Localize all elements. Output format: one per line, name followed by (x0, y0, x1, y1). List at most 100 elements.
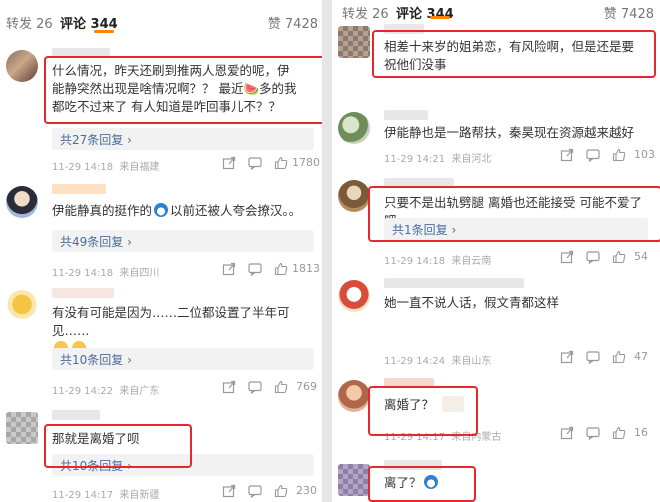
comment-text-part: 以前还被人夸会撩汉。。 (170, 203, 302, 218)
avatar[interactable] (6, 186, 38, 218)
comment-icon[interactable] (586, 148, 600, 162)
comment-meta: 11-29 14:18 来自四川 (52, 264, 159, 279)
comment-text: 她一直不说人话，假文青都这样 (384, 295, 560, 310)
like-icon[interactable] (612, 426, 626, 440)
avatar[interactable] (338, 280, 370, 312)
reply-summary[interactable]: 共10条回复 › (52, 348, 314, 370)
avatar[interactable] (6, 412, 38, 444)
share-icon[interactable] (560, 148, 574, 162)
comment-icon[interactable] (248, 380, 262, 394)
panel-divider (322, 0, 332, 502)
active-tab-indicator (430, 16, 450, 19)
comment-icon[interactable] (586, 426, 600, 440)
like-count: 47 (634, 350, 648, 363)
tab-likes[interactable]: 赞 7428 (604, 3, 654, 22)
comment-actions: 1813 (222, 262, 320, 278)
like-icon[interactable] (612, 148, 626, 162)
reply-count-link[interactable]: 共27条回复 › (60, 131, 132, 148)
comment-location: 来自云南 (451, 256, 492, 267)
username-blurred[interactable] (384, 110, 428, 120)
like-count: 1813 (292, 262, 320, 275)
comment-icon[interactable] (586, 350, 600, 364)
like-icon[interactable] (274, 262, 288, 276)
comment-icon[interactable] (248, 484, 262, 498)
share-icon[interactable] (560, 350, 574, 364)
like-icon[interactable] (612, 250, 626, 264)
comment-meta: 11-29 14:22 来自广东 (52, 382, 159, 397)
comment-time: 11-29 14:24 (384, 356, 446, 367)
comment-location: 来自广东 (119, 386, 160, 397)
reply-summary[interactable]: 共27条回复 › (52, 128, 314, 150)
avatar[interactable] (338, 26, 370, 58)
comment-text: 伊能静真的挺作的 以前还被人夸会撩汉。。 (52, 202, 314, 220)
share-icon[interactable] (222, 262, 236, 276)
highlight-box (372, 30, 656, 78)
comment-icon[interactable] (248, 156, 262, 170)
avatar[interactable] (6, 290, 38, 322)
share-icon[interactable] (560, 250, 574, 264)
tab-repost[interactable]: 转发 26 (6, 13, 53, 32)
share-icon[interactable] (222, 380, 236, 394)
comment-location: 来自河北 (451, 154, 492, 165)
tab-comments[interactable]: 评论 344 (396, 3, 454, 22)
comment-actions: 47 (560, 350, 656, 366)
username-blurred[interactable] (52, 410, 100, 420)
comment-meta: 11-29 14:21 来自河北 (384, 150, 491, 165)
comment-location: 来自新疆 (119, 490, 160, 501)
like-count: 769 (296, 380, 317, 393)
comment-actions: 103 (560, 148, 656, 164)
tab-likes[interactable]: 赞 7428 (268, 13, 318, 32)
reply-count-link[interactable]: 共49条回复 › (60, 233, 132, 250)
active-tab-indicator (94, 30, 114, 33)
like-icon[interactable] (274, 156, 288, 170)
avatar[interactable] (338, 112, 370, 144)
tab-bar: 转发 26 评论 344 赞 7428 (332, 0, 660, 30)
comment-location: 来自四川 (119, 268, 160, 279)
username-blurred[interactable] (384, 278, 524, 288)
left-screenshot-panel: 转发 26 评论 344 赞 7428 什么情况，昨天还刷到推两人恩爱的呢，伊能… (0, 0, 322, 502)
reply-count-link[interactable]: 共10条回复 › (60, 351, 132, 368)
comment-icon[interactable] (586, 250, 600, 264)
tab-repost[interactable]: 转发 26 (342, 3, 389, 22)
avatar[interactable] (338, 464, 370, 496)
highlight-box (368, 386, 478, 436)
comment-text-part: 伊能静真的挺作的 (52, 203, 153, 218)
comment-meta: 11-29 14:24 来自山东 (384, 352, 491, 367)
comment-meta: 11-29 14:18 来自福建 (52, 158, 159, 173)
comment-time: 11-29 14:21 (384, 154, 446, 165)
avatar[interactable] (338, 180, 370, 212)
username-blurred[interactable] (52, 288, 114, 298)
comment-actions: 230 (222, 484, 318, 500)
like-icon[interactable] (612, 350, 626, 364)
avatar[interactable] (338, 380, 370, 412)
comment-actions: 769 (222, 380, 318, 396)
comment-text: 伊能静也是一路帮扶，秦昊现在资源越来越好 (384, 125, 635, 140)
like-icon[interactable] (274, 380, 288, 394)
comment-time: 11-29 14:18 (52, 162, 114, 173)
highlight-box (44, 424, 192, 468)
share-icon[interactable] (222, 484, 236, 498)
comment-meta: 11-29 14:17 来自新疆 (52, 486, 159, 501)
comment-time: 11-29 14:18 (384, 256, 446, 267)
highlight-box (368, 186, 660, 242)
comment-location: 来自山东 (451, 356, 492, 367)
like-count: 230 (296, 484, 317, 497)
like-count: 54 (634, 250, 648, 263)
share-icon[interactable] (560, 426, 574, 440)
share-icon[interactable] (222, 156, 236, 170)
comment-actions: 1780 (222, 156, 320, 172)
reply-summary[interactable]: 共49条回复 › (52, 230, 314, 252)
comment-icon[interactable] (248, 262, 262, 276)
avatar[interactable] (6, 50, 38, 82)
like-count: 103 (634, 148, 655, 161)
highlight-box (44, 56, 322, 124)
comment-actions: 16 (560, 426, 656, 442)
like-count: 16 (634, 426, 648, 439)
comment-actions: 54 (560, 250, 656, 266)
like-icon[interactable] (274, 484, 288, 498)
comment-location: 来自福建 (119, 162, 160, 173)
comment-time: 11-29 14:22 (52, 386, 114, 397)
username-blurred[interactable] (52, 184, 106, 194)
right-screenshot-panel: 转发 26 评论 344 赞 7428 相差十来岁的姐弟恋，有风险啊，但是还是要… (332, 0, 660, 502)
comment-time: 11-29 14:17 (52, 490, 114, 501)
